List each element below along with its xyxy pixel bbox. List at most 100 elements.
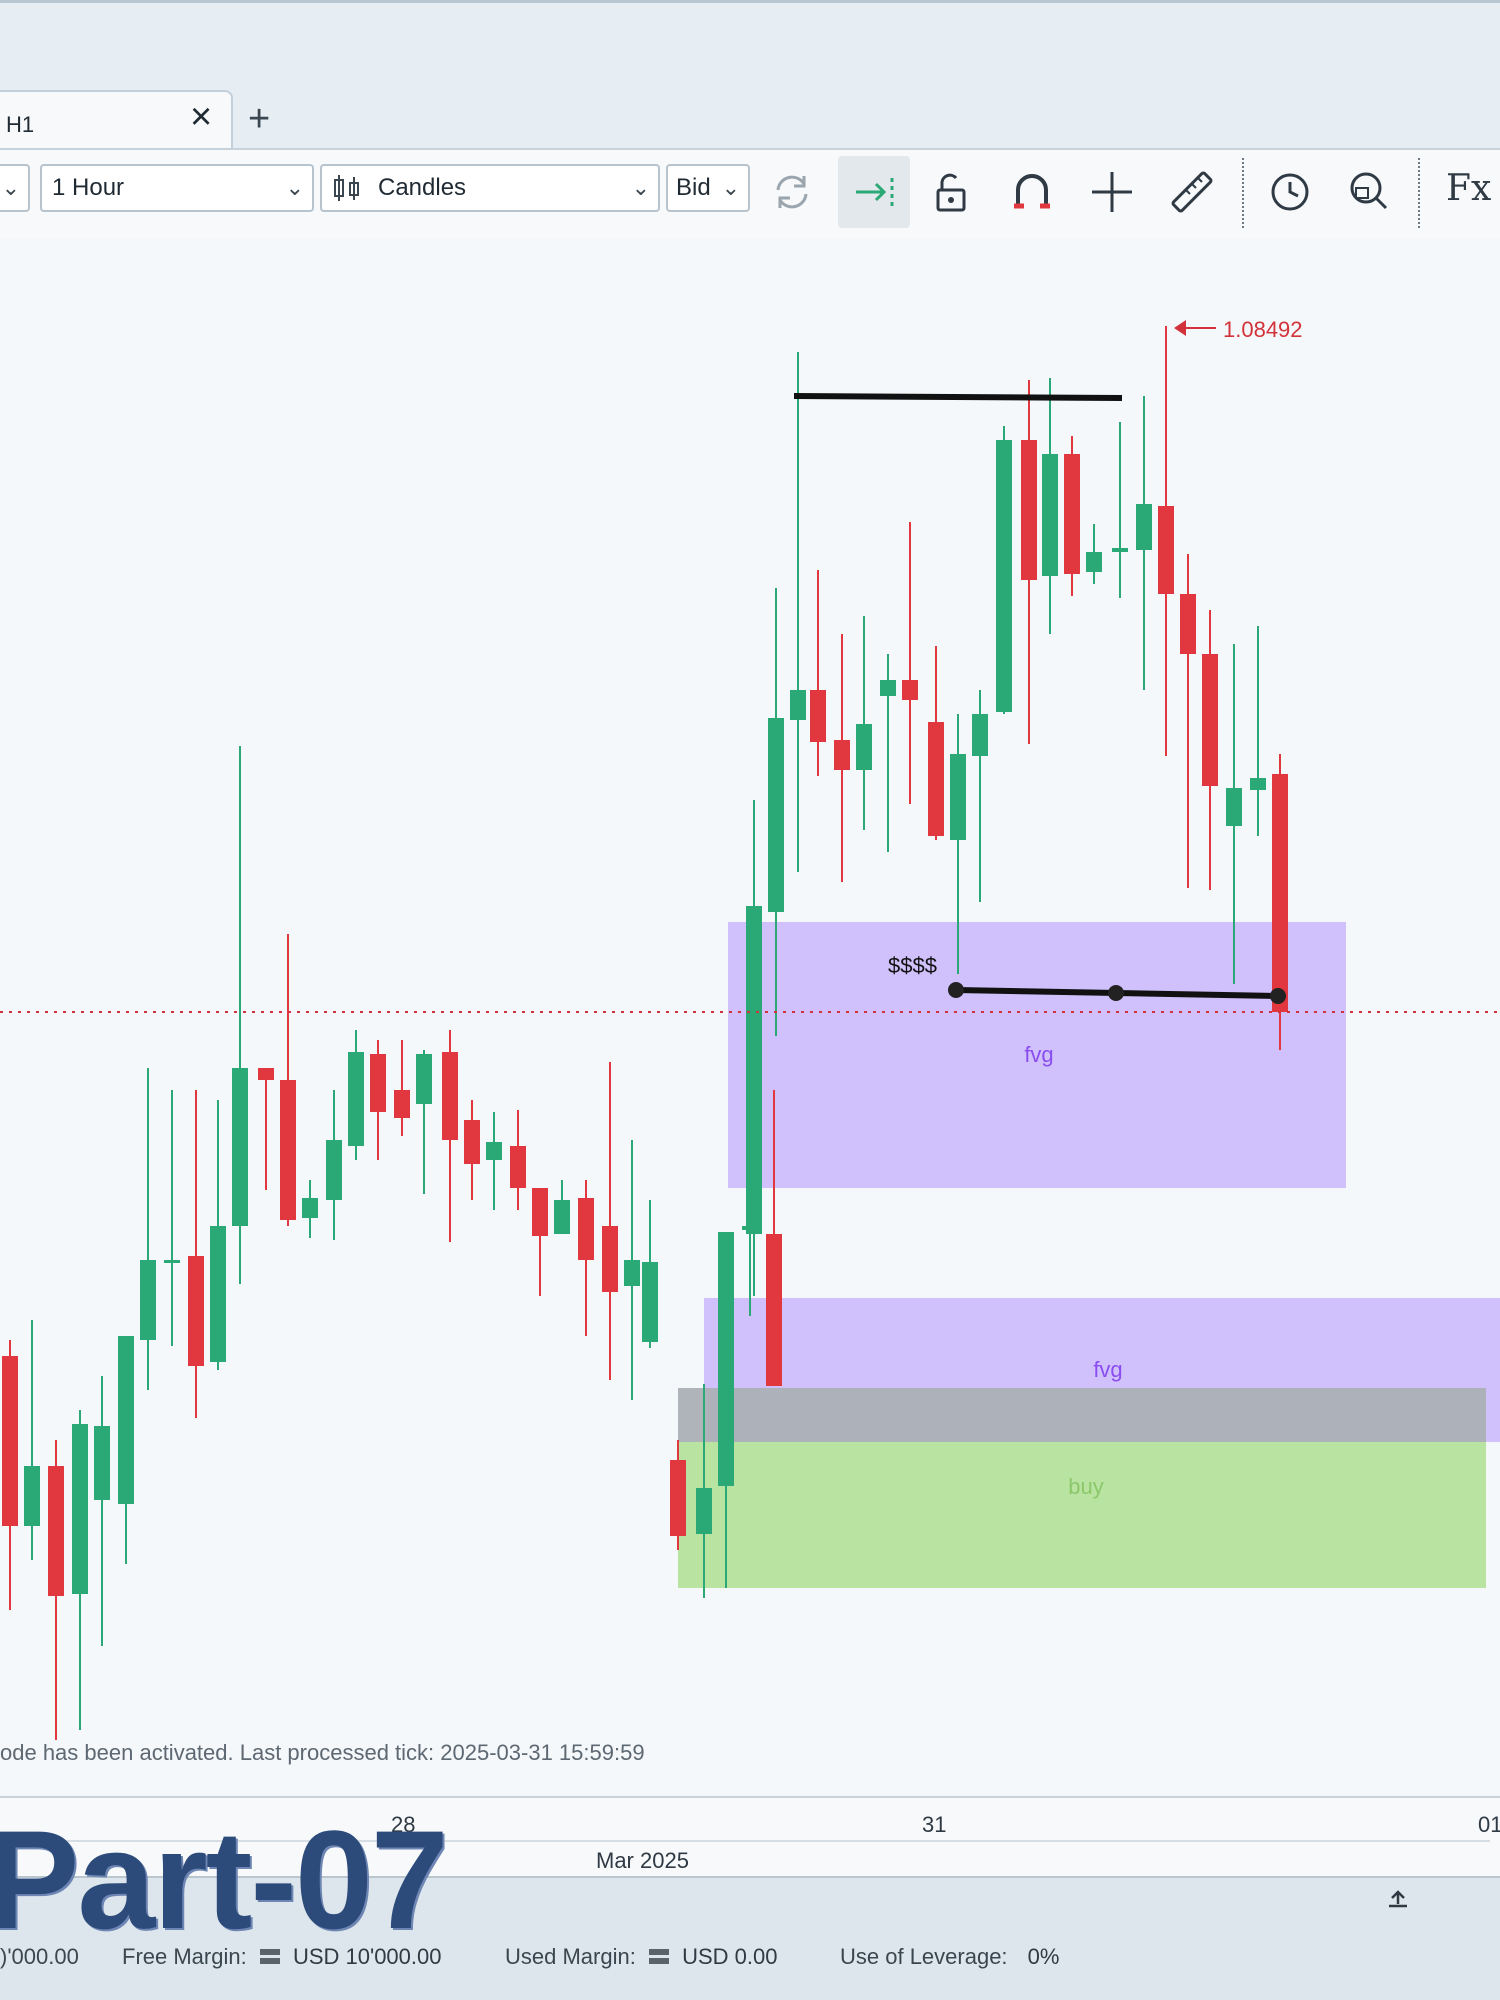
bearish-candle bbox=[602, 1226, 618, 1292]
bearish-candle bbox=[1064, 454, 1080, 574]
buy-label: buy bbox=[1068, 1474, 1103, 1499]
bearish-candle bbox=[1021, 440, 1037, 580]
bearish-candle bbox=[902, 680, 918, 700]
bullish-candle bbox=[1226, 788, 1242, 826]
bullish-candle bbox=[416, 1054, 432, 1104]
refresh-icon[interactable] bbox=[760, 160, 824, 224]
server-icon bbox=[648, 1949, 669, 1964]
expand-panel-icon[interactable] bbox=[1384, 1884, 1412, 1912]
shift-chart-icon bbox=[856, 178, 894, 206]
arrow-left-icon bbox=[1174, 320, 1186, 336]
price-side-value: Bid bbox=[676, 174, 711, 201]
bullish-candle bbox=[856, 724, 872, 770]
toolbar-divider bbox=[1418, 158, 1420, 228]
leverage-value: 0% bbox=[1027, 1944, 1060, 1969]
shift-chart-toggle[interactable] bbox=[838, 156, 910, 228]
used-margin: Used Margin: USD 0.00 bbox=[505, 1944, 777, 1970]
watermark-text: Part-07 bbox=[0, 1801, 449, 1958]
leverage-label: Use of Leverage: bbox=[840, 1944, 1008, 1969]
toolbar-divider bbox=[1242, 158, 1244, 228]
unlock-icon[interactable] bbox=[920, 160, 984, 224]
bullish-candle bbox=[232, 1068, 248, 1226]
bullish-candle bbox=[746, 906, 762, 1234]
buy-zone[interactable] bbox=[678, 1442, 1486, 1588]
clock-icon[interactable] bbox=[1258, 160, 1322, 224]
tab-h1[interactable]: H1 × bbox=[0, 90, 233, 150]
fvg-label: fvg bbox=[1093, 1357, 1122, 1382]
bearish-candle bbox=[510, 1146, 526, 1188]
chart-type-select[interactable]: Candles ⌄ bbox=[320, 164, 660, 212]
line-handle[interactable] bbox=[1108, 985, 1124, 1001]
bullish-candle bbox=[1086, 552, 1102, 572]
high-line[interactable] bbox=[793, 393, 1123, 401]
bearish-candle bbox=[766, 1234, 782, 1386]
chevron-down-icon: ⌄ bbox=[1, 175, 20, 200]
bearish-candle bbox=[258, 1068, 274, 1080]
bearish-candle bbox=[48, 1466, 64, 1596]
bearish-candle bbox=[670, 1460, 686, 1536]
liquidity-label: $$$$ bbox=[888, 953, 937, 978]
used-margin-label: Used Margin: bbox=[505, 1944, 636, 1969]
ruler-icon[interactable] bbox=[1160, 160, 1224, 224]
chevron-down-icon: ⌄ bbox=[285, 175, 304, 200]
bullish-candle bbox=[718, 1232, 734, 1486]
timeframe-value: 1 Hour bbox=[52, 174, 125, 201]
bullish-candle bbox=[554, 1200, 570, 1234]
month-label: Mar 2025 bbox=[596, 1848, 689, 1873]
tab-label: H1 bbox=[6, 112, 35, 137]
price-side-select[interactable]: Bid ⌄ bbox=[666, 164, 750, 212]
bullish-candle bbox=[1250, 778, 1266, 790]
bullish-candle bbox=[486, 1142, 502, 1160]
indicators-icon[interactable]: Fx bbox=[1446, 168, 1491, 209]
bullish-candle bbox=[696, 1488, 712, 1534]
bullish-candle bbox=[164, 1260, 180, 1263]
zone-overlap bbox=[678, 1388, 1486, 1442]
bullish-candle bbox=[1136, 504, 1152, 550]
line-handle[interactable] bbox=[1270, 988, 1286, 1004]
bullish-candle bbox=[326, 1140, 342, 1200]
plus-icon[interactable]: + bbox=[248, 100, 270, 138]
used-margin-value: USD 0.00 bbox=[682, 1944, 778, 1969]
chart-toolbar: ⌄ 1 Hour ⌄ Candles ⌄ Bid ⌄ Fx bbox=[0, 148, 1500, 238]
date-tick: 01 bbox=[1478, 1812, 1500, 1837]
line-handle[interactable] bbox=[948, 982, 964, 998]
close-icon[interactable]: × bbox=[190, 98, 212, 136]
bearish-candle bbox=[810, 690, 826, 742]
chart-type-value: Candles bbox=[378, 174, 467, 201]
bullish-candle bbox=[996, 440, 1012, 712]
bullish-candle bbox=[72, 1424, 88, 1594]
bullish-candle bbox=[624, 1260, 640, 1286]
bearish-candle bbox=[834, 740, 850, 770]
status-message: ode has been activated. Last processed t… bbox=[0, 1740, 645, 1765]
bearish-candle bbox=[1272, 774, 1288, 1012]
magnet-icon[interactable] bbox=[1000, 160, 1064, 224]
bullish-candle bbox=[950, 754, 966, 840]
crosshair-icon[interactable] bbox=[1080, 160, 1144, 224]
price-label: 1.08492 bbox=[1223, 317, 1303, 342]
bullish-candle bbox=[24, 1466, 40, 1526]
timeframe-select[interactable]: 1 Hour ⌄ bbox=[40, 164, 314, 212]
candles-icon bbox=[334, 175, 359, 201]
bullish-candle bbox=[1042, 454, 1058, 576]
zoom-icon[interactable] bbox=[1336, 160, 1400, 224]
bullish-candle bbox=[140, 1260, 156, 1340]
bullish-candle bbox=[348, 1052, 364, 1146]
bullish-candle bbox=[210, 1226, 226, 1362]
bearish-candle bbox=[442, 1052, 458, 1140]
bearish-candle bbox=[280, 1080, 296, 1220]
bearish-candle bbox=[928, 722, 944, 836]
bullish-candle bbox=[642, 1262, 658, 1342]
chart-canvas[interactable]: 1.08492 $$$$ fvg fvg buy bbox=[0, 238, 1500, 1798]
bullish-candle bbox=[768, 718, 784, 912]
date-tick: 31 bbox=[922, 1812, 947, 1837]
fvg-label: fvg bbox=[1024, 1042, 1053, 1067]
price-chart[interactable]: 1.08492 $$$$ fvg fvg buy bbox=[0, 238, 1500, 1798]
bullish-candle bbox=[118, 1336, 134, 1504]
bearish-candle bbox=[2, 1356, 18, 1526]
bearish-candle bbox=[464, 1120, 480, 1164]
bearish-candle bbox=[532, 1188, 548, 1236]
leverage: Use of Leverage: 0% bbox=[840, 1944, 1059, 1970]
bearish-candle bbox=[188, 1256, 204, 1366]
bearish-candle bbox=[1202, 654, 1218, 786]
instrument-dropdown[interactable]: ⌄ bbox=[0, 164, 30, 212]
